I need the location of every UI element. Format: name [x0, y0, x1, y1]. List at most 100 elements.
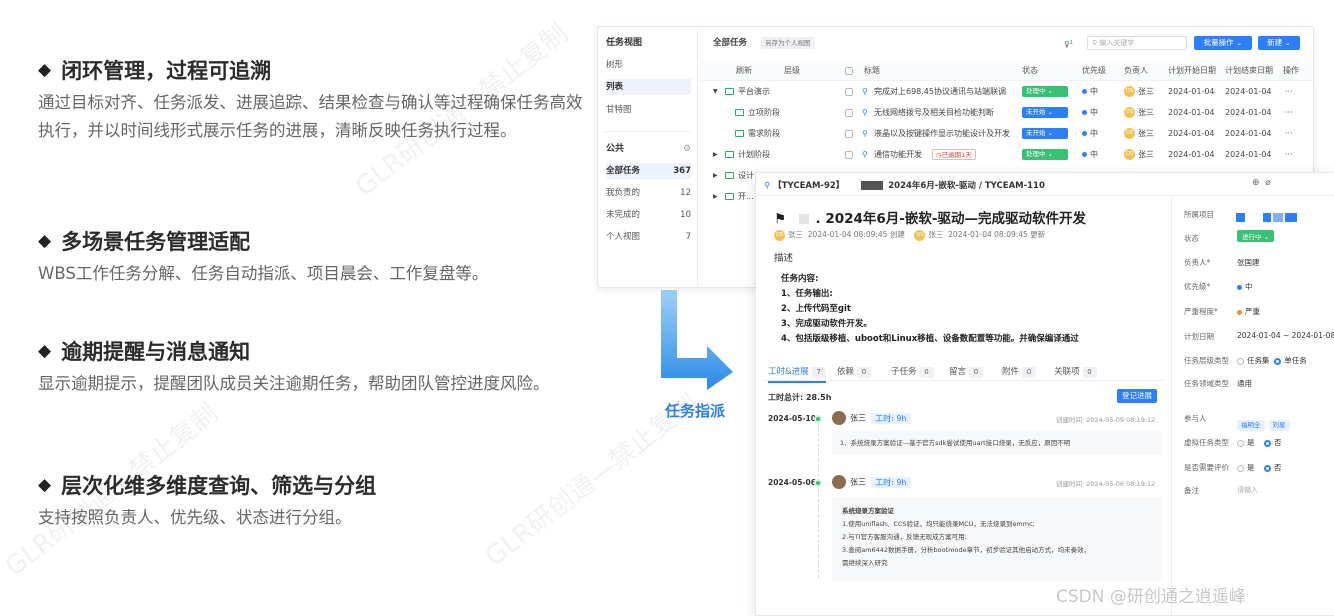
participants[interactable]: 福明全 刘星	[1237, 412, 1294, 431]
link-icon[interactable]: ⌀	[1265, 178, 1270, 188]
row-checkbox[interactable]	[845, 108, 853, 117]
log-user: 张三	[850, 413, 866, 423]
feature-desc: 支持按照负责人、优先级、状态进行分组。	[38, 508, 352, 527]
status-pill[interactable]: 处理中 ⌄	[1022, 149, 1068, 160]
status-select[interactable]: 进行中 ⌄	[1237, 230, 1275, 242]
crumb-id[interactable]: 【TYCEAM-92】	[773, 181, 844, 191]
plan-date-value[interactable]: 2024-01-04 ~ 2024-01-08	[1237, 331, 1334, 340]
new-button[interactable]: 新建 ⌄	[1258, 36, 1300, 50]
row-checkbox[interactable]	[845, 129, 853, 138]
col-refresh[interactable]: 刷新	[736, 60, 752, 81]
detail-actions: ⊕ ⌀	[1252, 178, 1271, 188]
owner: DS 张三	[1124, 144, 1154, 165]
status-pill[interactable]: 处理中 ⌄	[1022, 86, 1068, 97]
select-all-checkbox[interactable]	[845, 60, 853, 81]
priority-value[interactable]: 中	[1237, 281, 1253, 292]
view-list[interactable]: 列表	[606, 79, 691, 95]
group-all[interactable]: 全部任务 367	[606, 163, 691, 179]
log-created: 创建时间: 2024-05-09 08:19:12	[1056, 416, 1156, 424]
prop-label: 所属项目	[1184, 210, 1214, 219]
row-checkbox[interactable]	[845, 87, 853, 96]
row-title[interactable]: 通信功能开发	[874, 144, 922, 165]
settings-icon[interactable]: ⚙	[683, 141, 691, 157]
filter-icon[interactable]: ⊽1	[1064, 31, 1073, 58]
view-tree[interactable]: 树形	[606, 57, 691, 73]
filter-badge: 1	[1069, 40, 1074, 46]
tab-label: 工时&进展	[768, 367, 809, 377]
end-date: 2024-01-04	[1225, 150, 1272, 159]
prop-label: 虚拟任务类型	[1184, 438, 1229, 447]
view-gantt[interactable]: 甘特图	[606, 102, 691, 118]
table-row[interactable]: ⚲ 通信功能开发 ◷已逾期1天 处理中 ⌄ 中 DS 张三 2024-01-04 …	[699, 144, 1313, 165]
status-pill[interactable]: 未开始 ⌄	[1022, 128, 1068, 139]
more-icon[interactable]: ···	[1285, 123, 1293, 144]
level-type-radio[interactable]: 任务集 单任务	[1237, 355, 1307, 366]
remark-input[interactable]: 请输入	[1237, 485, 1258, 495]
bullet-icon: ◆	[38, 60, 52, 80]
expand-icon[interactable]: ▶	[713, 165, 718, 186]
domain-type-value[interactable]: 通用	[1237, 378, 1252, 389]
table-row[interactable]: ⚲ 液晶以及按键操作显示功能设计及开发 未开始 ⌄ 中 DS 张三 2024-01…	[699, 123, 1313, 144]
batch-button[interactable]: 批量操作 ⌄	[1194, 36, 1252, 50]
pin-icon: ⚲	[862, 150, 868, 159]
save-view-button[interactable]: 另存为个人视图	[761, 37, 815, 49]
radio-label: 否	[1274, 438, 1282, 447]
start-date: 2024-01-04	[1168, 108, 1215, 117]
owner-text: 张三	[1138, 87, 1154, 96]
more-icon[interactable]: ···	[1285, 144, 1293, 165]
radio-label: 是	[1247, 438, 1255, 447]
need-review-radio[interactable]: 是 否	[1237, 462, 1282, 473]
log-hours: 工时: 9h	[871, 412, 911, 424]
pin-icon: ⚲	[862, 87, 868, 96]
table-row[interactable]: ⚲ 完成对上698.45协议通讯与站端联调 处理中 ⌄ 中 DS 张三 2024-…	[699, 81, 1313, 102]
desc-label: 描述	[774, 253, 794, 264]
log-progress-button[interactable]: 登记进展	[1117, 389, 1157, 403]
row-title[interactable]: 完成对上698.45协议通讯与站端联调	[874, 81, 1006, 102]
owner: DS 张三	[1124, 102, 1154, 123]
prop-label: 任务层级类型	[1184, 356, 1229, 365]
feature-title: 多场景任务管理适配	[61, 230, 251, 254]
prop-label: 优先级*	[1184, 282, 1211, 291]
table-row[interactable]: ⚲ 无线网络拨号及相关目检功能判断 未开始 ⌄ 中 DS 张三 2024-01-0…	[699, 102, 1313, 123]
pin-icon: ⚲	[862, 129, 868, 138]
log-line: 2.与TI官方客服沟通，反馈无现成方案可用;	[842, 533, 967, 541]
tab-count: 7	[811, 367, 826, 378]
priority: 中	[1082, 102, 1098, 123]
crumb-path[interactable]: 2024年6月-嵌软-驱动 / TYCEAM-110	[888, 181, 1045, 191]
search-input[interactable]: ⚲ 输入关键字	[1087, 36, 1187, 50]
col-title: 标题	[864, 66, 880, 75]
description-body[interactable]: 任务内容: 1、任务输出: 2、上传代码至git 3、完成驱动软件开发。 4、包…	[781, 272, 1079, 347]
row-title[interactable]: 液晶以及按键操作显示功能设计及开发	[874, 123, 1010, 144]
avatar: DS	[1124, 86, 1135, 97]
feature-title: 闭环管理，过程可追溯	[61, 59, 272, 83]
expand-icon[interactable]: ▶	[713, 186, 718, 207]
row-title[interactable]: 无线网络拨号及相关目检功能判断	[874, 102, 994, 123]
history-icon[interactable]: ⊕	[1252, 178, 1260, 188]
virtual-type-radio[interactable]: 是 否	[1237, 437, 1282, 448]
tab-attachments[interactable]: 附件 0	[1002, 365, 1037, 378]
project-value[interactable]	[1236, 207, 1297, 226]
severity-value[interactable]: 严重	[1237, 306, 1260, 317]
priority-text: 中	[1245, 282, 1253, 291]
priority-text: 中	[1090, 129, 1098, 138]
table-header: 刷新 层级 标题 状态 优先级 负责人 计划开始日期 计划结束日期 操作	[699, 60, 1313, 81]
tab-dependency[interactable]: 依赖 0	[837, 365, 872, 378]
owner-value[interactable]: 张国建	[1237, 257, 1260, 268]
log-body: 系统烧录方案验证 1.使用uniflash、CCS验证，均只能烧录MCU，无法烧…	[832, 497, 1162, 581]
public-label: 公共	[606, 144, 625, 154]
tab-comments[interactable]: 留言 0	[949, 365, 984, 378]
tab-label: 留言	[949, 367, 967, 377]
priority-text: 中	[1090, 150, 1098, 159]
group-personal[interactable]: 个人视图 7	[606, 229, 691, 245]
tab-related[interactable]: 关联项 0	[1054, 365, 1097, 378]
status-pill[interactable]: 未开始 ⌄	[1022, 107, 1068, 118]
l-arrow-icon	[661, 290, 733, 390]
group-mine[interactable]: 我负责的 12	[606, 185, 691, 201]
tab-subtasks[interactable]: 子任务 0	[891, 365, 934, 378]
group-unfinished[interactable]: 未完成的 10	[606, 207, 691, 223]
participant-tag: 福明全	[1237, 420, 1265, 431]
more-icon[interactable]: ···	[1285, 102, 1293, 123]
more-icon[interactable]: ···	[1285, 81, 1293, 102]
col-status: 状态	[1022, 66, 1038, 75]
row-checkbox[interactable]	[845, 150, 853, 159]
